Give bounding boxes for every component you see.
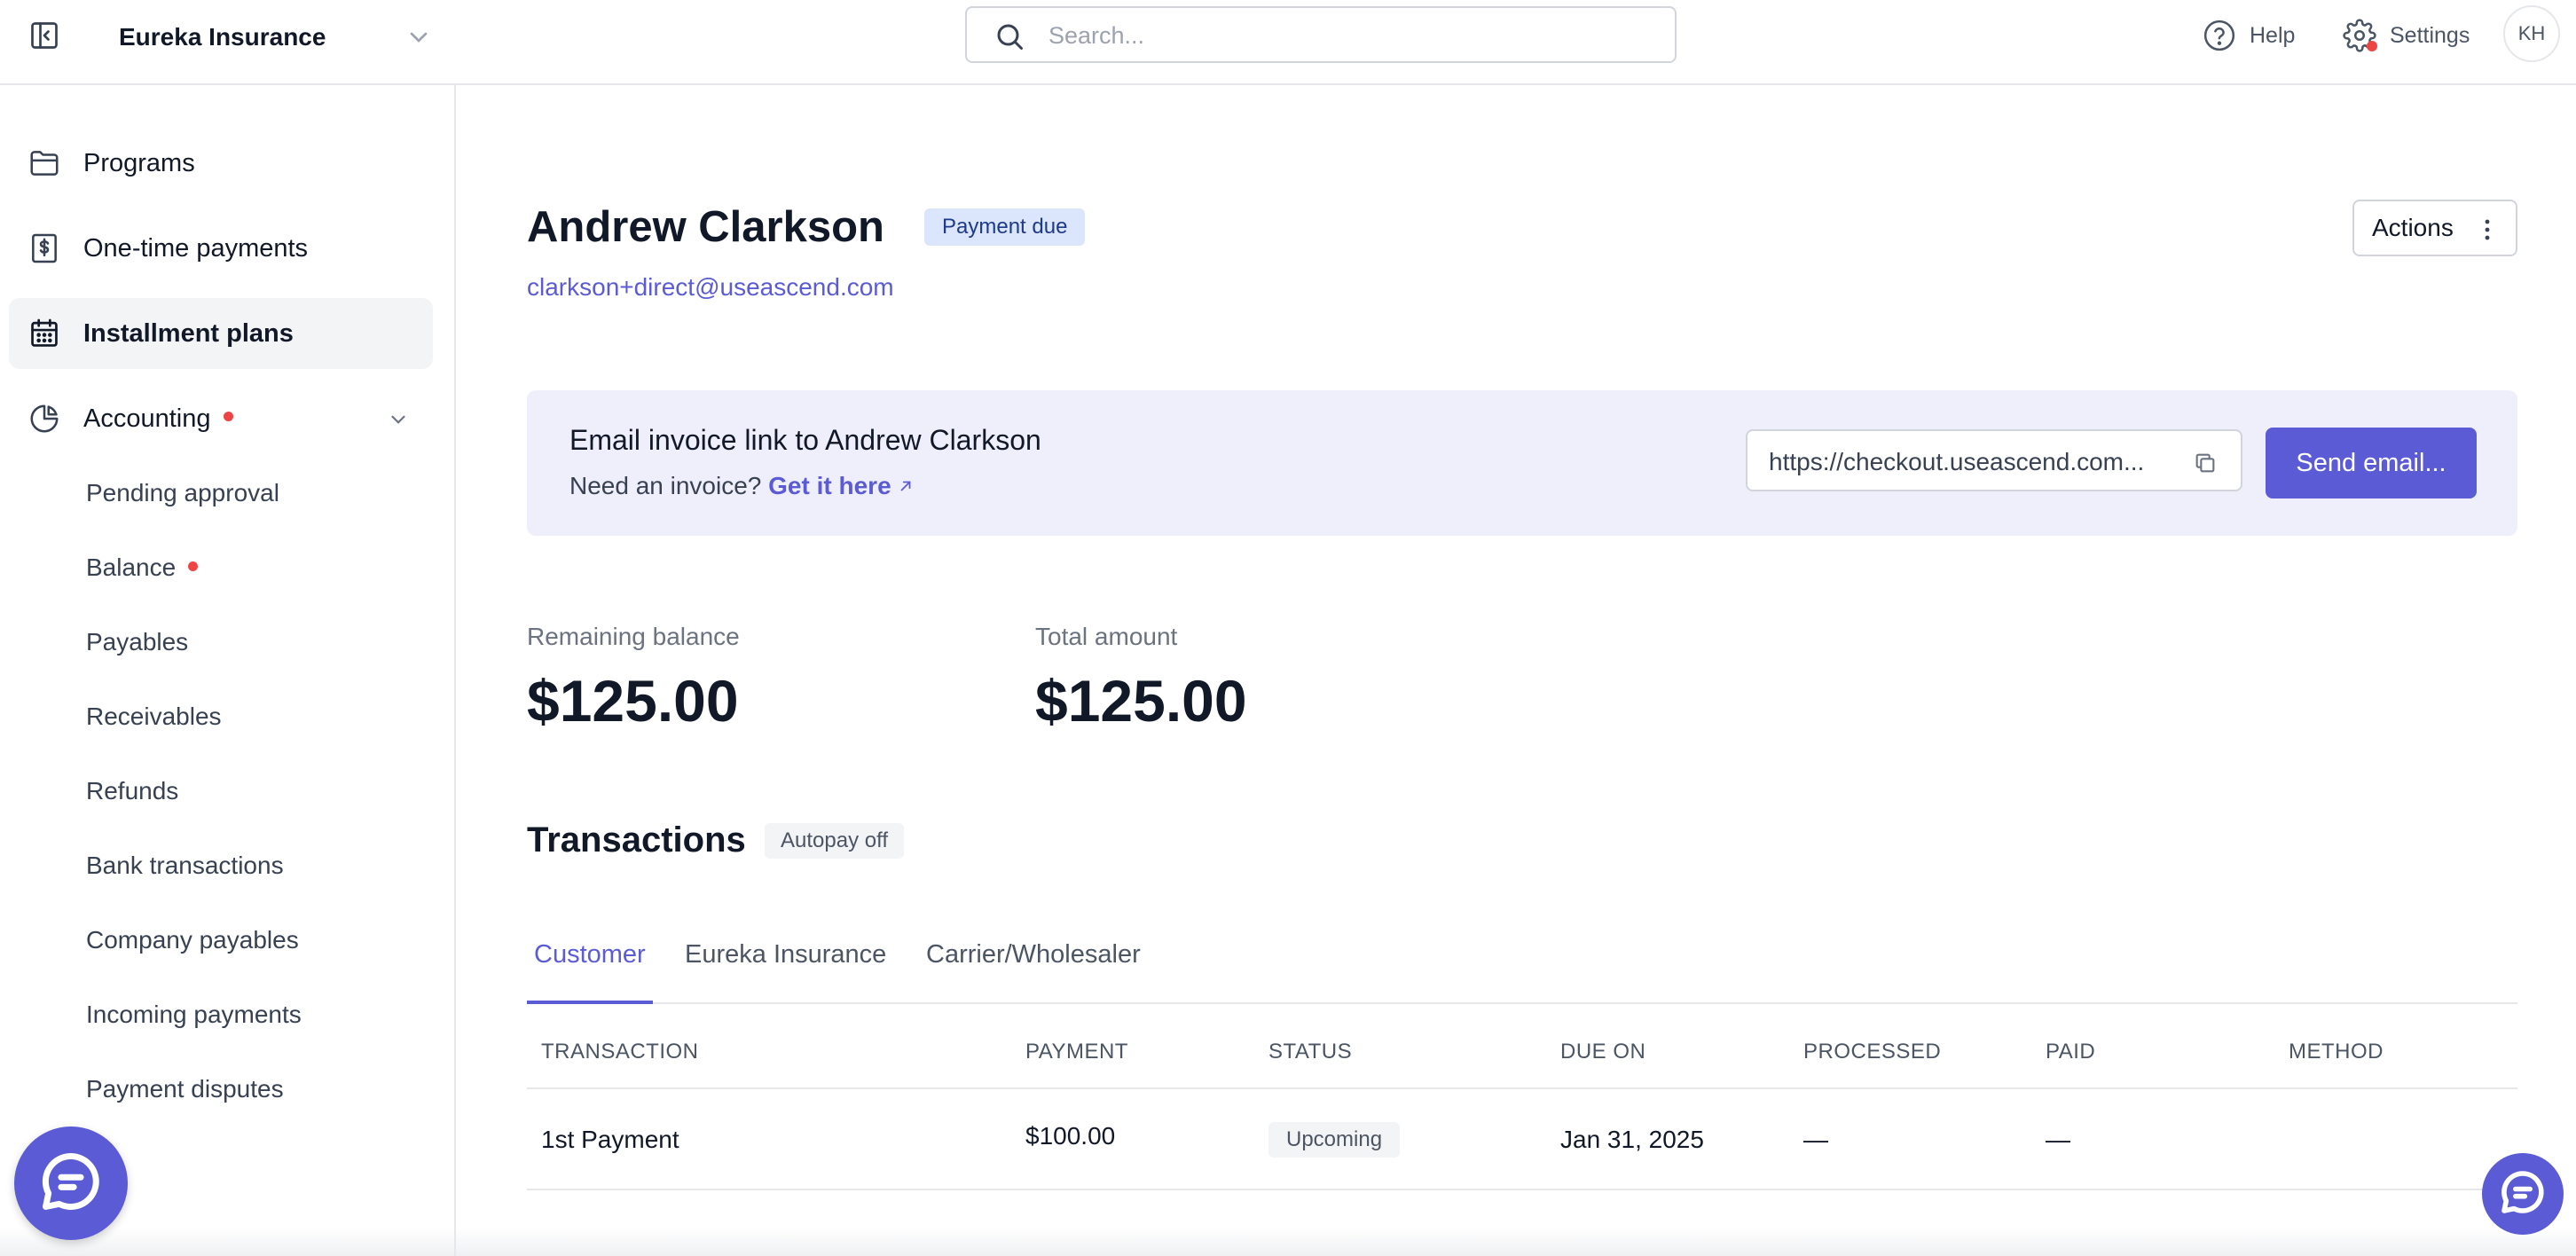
sidebar-subitem-bank-transactions[interactable]: Bank transactions (86, 848, 284, 883)
cell-processed: — (1803, 1126, 1828, 1153)
customer-email-link[interactable]: clarkson+direct@useascend.com (527, 271, 894, 303)
tab-customer[interactable]: Customer (527, 937, 653, 1004)
get-invoice-link[interactable]: Get it here (768, 472, 914, 499)
sidebar-item-one-time-payments[interactable]: One-time payments (9, 213, 433, 284)
column-header-processed: PROCESSED (1803, 1040, 1942, 1064)
transactions-title: Transactions (527, 820, 746, 860)
tab-carrier-wholesaler[interactable]: Carrier/Wholesaler (926, 937, 1141, 1004)
search-input[interactable] (1048, 19, 1652, 52)
notification-dot (223, 412, 233, 422)
support-chat-button[interactable] (2482, 1153, 2564, 1235)
column-header-payment: PAYMENT (1025, 1040, 1128, 1064)
total-amount-value: $125.00 (1035, 668, 1247, 734)
sidebar-item-installment-plans[interactable]: Installment plans (9, 298, 433, 369)
sidebar-item-label: Accounting (83, 404, 211, 433)
table-divider (527, 1189, 2517, 1190)
copy-icon[interactable] (2193, 451, 2218, 475)
sidebar-subitem-company-payables[interactable]: Company payables (86, 922, 299, 958)
chat-bubble-icon (37, 1148, 105, 1220)
sidebar-item-accounting[interactable]: Accounting (9, 383, 433, 454)
sidebar-item-label: Installment plans (83, 318, 294, 348)
chat-bubble-icon (2498, 1167, 2548, 1221)
cell-status-badge: Upcoming (1268, 1122, 1401, 1158)
cell-payment: $100.00 (1025, 1122, 1116, 1150)
column-header-method: METHOD (2289, 1040, 2384, 1064)
chevron-down-icon[interactable] (387, 408, 410, 431)
sidebar-subitem-pending-approval[interactable]: Pending approval (86, 475, 279, 511)
chevron-down-icon[interactable] (404, 23, 433, 51)
actions-button[interactable]: Actions (2352, 200, 2517, 256)
sidebar-item-label: Programs (83, 148, 195, 177)
help-label: Help (2250, 22, 2296, 48)
column-header-paid: PAID (2046, 1040, 2096, 1064)
help-button[interactable]: Help (2202, 16, 2295, 55)
invoice-title: Email invoice link to Andrew Clarkson (569, 424, 1041, 456)
total-amount-label: Total amount (1035, 623, 1178, 650)
sidebar-item-label-wrap: Accounting (83, 404, 233, 434)
dollar-receipt-icon (27, 231, 62, 266)
remaining-balance-label: Remaining balance (527, 623, 740, 650)
notification-dot (2367, 41, 2377, 51)
sidebar-subitem-payment-disputes[interactable]: Payment disputes (86, 1072, 284, 1107)
sidebar-subitem-refunds[interactable]: Refunds (86, 773, 178, 809)
checkout-url: https://checkout.useascend.com... (1769, 448, 2145, 475)
sidebar-subitem-receivables[interactable]: Receivables (86, 699, 222, 734)
actions-label: Actions (2372, 214, 2454, 241)
sidebar-subitem-label: Balance (86, 553, 177, 581)
org-name[interactable]: Eureka Insurance (119, 20, 326, 55)
sidebar-item-label: One-time payments (83, 233, 309, 263)
gear-icon (2342, 18, 2377, 53)
external-link-icon (898, 472, 914, 499)
column-header-transaction: TRANSACTION (541, 1040, 699, 1064)
notification-dot (188, 561, 199, 572)
status-badge: Payment due (924, 208, 1086, 246)
help-circle-icon (2202, 18, 2237, 53)
column-header-status: STATUS (1268, 1040, 1353, 1064)
chat-launcher-button[interactable] (14, 1126, 128, 1240)
search-icon (993, 20, 1025, 52)
customer-name: Andrew Clarkson (527, 203, 884, 251)
calendar-icon (27, 316, 62, 351)
sidebar-subitem-incoming-payments[interactable]: Incoming payments (86, 997, 302, 1032)
cell-transaction: 1st Payment (541, 1126, 679, 1153)
collapse-sidebar-icon[interactable] (27, 18, 62, 53)
get-invoice-label: Get it here (768, 472, 891, 499)
settings-button[interactable]: Settings (2342, 16, 2470, 55)
tab-eureka-insurance[interactable]: Eureka Insurance (685, 937, 886, 1004)
column-header-due-on: DUE ON (1560, 1040, 1646, 1064)
avatar[interactable]: KH (2503, 5, 2560, 62)
top-bar: Eureka Insurance Help Settings KH (0, 0, 2576, 85)
pie-chart-icon (27, 401, 62, 436)
invoice-subtitle: Need an invoice? Get it here (569, 470, 914, 502)
sidebar: Programs One-time payments Installment p… (0, 85, 456, 1256)
search-box[interactable] (965, 6, 1677, 63)
sidebar-subitem-balance[interactable]: Balance (86, 550, 199, 585)
checkout-url-field[interactable]: https://checkout.useascend.com... (1746, 429, 2242, 491)
need-invoice-text: Need an invoice? (569, 472, 762, 499)
autopay-badge: Autopay off (765, 823, 904, 859)
invoice-panel: Email invoice link to Andrew Clarkson Ne… (527, 390, 2517, 536)
sidebar-item-programs[interactable]: Programs (9, 128, 433, 199)
transaction-tabs: Customer Eureka Insurance Carrier/Wholes… (527, 922, 2517, 1004)
cell-paid: — (2046, 1126, 2070, 1153)
settings-label: Settings (2390, 22, 2470, 48)
table-divider (527, 1087, 2517, 1089)
kebab-menu-icon (2484, 217, 2491, 248)
sidebar-subitem-payables[interactable]: Payables (86, 624, 188, 660)
cell-due-on: Jan 31, 2025 (1560, 1126, 1704, 1153)
remaining-balance-value: $125.00 (527, 668, 739, 734)
send-email-button[interactable]: Send email... (2266, 428, 2477, 498)
folder-icon (27, 145, 62, 181)
